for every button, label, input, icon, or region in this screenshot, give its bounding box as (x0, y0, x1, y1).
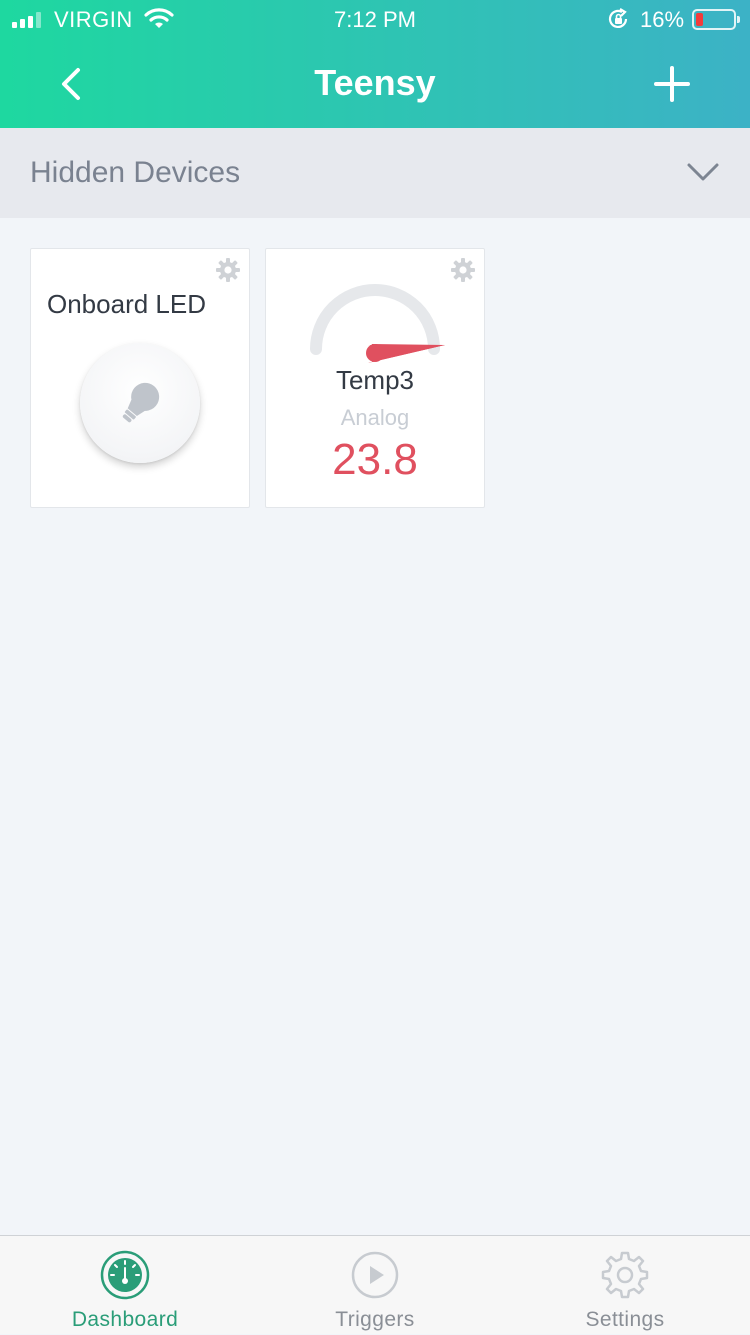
device-name: Temp3 (335, 365, 415, 395)
device-type: Analog (340, 405, 410, 430)
gear-icon[interactable] (215, 257, 241, 283)
play-icon (351, 1251, 399, 1299)
app-header: VIRGIN 7:12 PM 16% Teensy (0, 0, 750, 128)
page-title: Teensy (314, 62, 436, 103)
tab-dashboard[interactable]: Dashboard (0, 1236, 250, 1335)
device-name: Onboard LED (47, 289, 206, 319)
hidden-devices-label: Hidden Devices (30, 156, 241, 189)
tab-triggers[interactable]: Triggers (250, 1236, 500, 1335)
tab-label: Triggers (335, 1308, 415, 1331)
battery-icon (692, 9, 740, 30)
led-toggle-button[interactable] (80, 343, 200, 463)
device-tile-onboard-led[interactable]: Onboard LED (30, 248, 250, 508)
dashboard-gauge-icon (100, 1250, 150, 1300)
add-plus-icon[interactable] (650, 62, 694, 106)
device-tile-temp3[interactable]: Temp3 Analog 23.8 (265, 248, 485, 508)
tab-settings[interactable]: Settings (500, 1236, 750, 1335)
rotation-lock-icon (608, 8, 628, 28)
sensor-value: 23.8 (332, 435, 418, 484)
battery-percent: 16% (640, 7, 685, 32)
tab-bar: Dashboard Triggers Settings (0, 1235, 750, 1334)
gear-icon[interactable] (450, 257, 476, 283)
tab-label: Dashboard (71, 1308, 179, 1331)
chevron-down-icon[interactable] (686, 160, 720, 184)
hidden-devices-toggle[interactable]: Hidden Devices (0, 128, 750, 218)
gear-icon (601, 1251, 649, 1299)
lightbulb-icon (122, 382, 160, 423)
status-time: 7:12 PM (334, 7, 416, 32)
status-bar: VIRGIN 7:12 PM 16% (0, 0, 750, 40)
tab-label: Settings (585, 1308, 665, 1331)
gauge-icon (310, 284, 445, 363)
